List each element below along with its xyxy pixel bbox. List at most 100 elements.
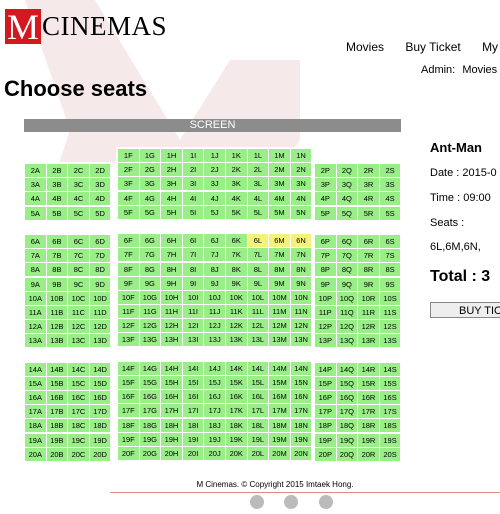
seat-18C[interactable]: 18C [68,419,89,433]
seat-2I[interactable]: 2I [182,163,204,177]
seat-8N[interactable]: 8N [290,262,312,276]
seat-1G[interactable]: 1G [139,149,161,162]
seat-7B[interactable]: 7B [46,249,68,263]
seat-15M[interactable]: 15M [269,376,290,389]
seat-3I[interactable]: 3I [182,177,204,191]
seat-12L[interactable]: 12L [247,319,269,333]
seat-17Q[interactable]: 17Q [336,405,358,419]
seat-5I[interactable]: 5I [182,205,204,219]
seat-6J[interactable]: 6J [204,234,225,248]
seat-12Q[interactable]: 12Q [336,320,358,334]
seat-3J[interactable]: 3J [204,177,225,191]
seat-18D[interactable]: 18D [89,419,111,433]
seat-4M[interactable]: 4M [269,191,290,205]
seat-6G[interactable]: 6G [139,234,161,248]
seat-13J[interactable]: 13J [204,333,225,347]
seat-9N[interactable]: 9N [290,276,312,290]
seat-11S[interactable]: 11S [379,305,401,319]
seat-9D[interactable]: 9D [89,277,111,291]
seat-6P[interactable]: 6P [315,234,336,248]
seat-15A[interactable]: 15A [25,376,46,390]
seat-20J[interactable]: 20J [204,446,225,460]
seat-10L[interactable]: 10L [247,290,269,304]
seat-5A[interactable]: 5A [25,206,46,220]
seat-10J[interactable]: 10J [204,290,225,304]
seat-7K[interactable]: 7K [225,248,247,262]
seat-12D[interactable]: 12D [89,320,111,334]
seat-4J[interactable]: 4J [204,191,225,205]
seat-15C[interactable]: 15C [68,376,89,390]
seat-4K[interactable]: 4K [225,191,247,205]
seat-2C[interactable]: 2C [68,164,89,177]
seat-12N[interactable]: 12N [290,319,312,333]
seat-20S[interactable]: 20S [379,447,401,461]
seat-16K[interactable]: 16K [225,390,247,404]
seat-11I[interactable]: 11I [182,305,204,319]
seat-19G[interactable]: 19G [139,432,161,446]
seat-9R[interactable]: 9R [358,277,379,291]
seat-9L[interactable]: 9L [247,276,269,290]
seat-4S[interactable]: 4S [379,192,401,206]
seat-7G[interactable]: 7G [139,248,161,262]
seat-7Q[interactable]: 7Q [336,249,358,263]
seat-16S[interactable]: 16S [379,391,401,404]
seat-4R[interactable]: 4R [358,192,379,206]
seat-4L[interactable]: 4L [247,191,269,205]
seat-6Q[interactable]: 6Q [336,234,358,248]
seat-15D[interactable]: 15D [89,376,111,390]
seat-3M[interactable]: 3M [269,177,290,191]
seat-5C[interactable]: 5C [68,206,89,220]
seat-6B[interactable]: 6B [46,234,68,248]
seat-2L[interactable]: 2L [247,163,269,177]
seat-2A[interactable]: 2A [25,164,46,177]
seat-11D[interactable]: 11D [89,305,111,319]
seat-16Q[interactable]: 16Q [336,391,358,404]
seat-19Q[interactable]: 19Q [336,433,358,447]
seat-14R[interactable]: 14R [358,362,379,376]
seat-13F[interactable]: 13F [118,333,139,347]
seat-13K[interactable]: 13K [225,333,247,347]
seat-13G[interactable]: 13G [139,333,161,347]
seat-17A[interactable]: 17A [25,405,46,419]
seat-12S[interactable]: 12S [379,320,401,334]
seat-6R[interactable]: 6R [358,234,379,248]
seat-6D[interactable]: 6D [89,234,111,248]
seat-14D[interactable]: 14D [89,362,111,376]
seat-9Q[interactable]: 9Q [336,277,358,291]
seat-19I[interactable]: 19I [182,432,204,446]
seat-19C[interactable]: 19C [68,433,89,447]
seat-12P[interactable]: 12P [315,320,336,334]
seat-3G[interactable]: 3G [139,177,161,191]
seat-10S[interactable]: 10S [379,291,401,305]
seat-14P[interactable]: 14P [315,362,336,376]
seat-20L[interactable]: 20L [247,446,269,460]
seat-9H[interactable]: 9H [161,276,182,290]
seat-11C[interactable]: 11C [68,305,89,319]
seat-5J[interactable]: 5J [204,205,225,219]
seat-4N[interactable]: 4N [290,191,312,205]
seat-18R[interactable]: 18R [358,419,379,433]
seat-8R[interactable]: 8R [358,263,379,277]
seat-17P[interactable]: 17P [315,405,336,419]
seat-10M[interactable]: 10M [269,290,290,304]
seat-2N[interactable]: 2N [290,163,312,177]
seat-2S[interactable]: 2S [379,164,401,177]
seat-14N[interactable]: 14N [290,361,312,375]
seat-3B[interactable]: 3B [46,178,68,192]
seat-13C[interactable]: 13C [68,334,89,348]
seat-13D[interactable]: 13D [89,334,111,348]
seat-10H[interactable]: 10H [161,290,182,304]
seat-2F[interactable]: 2F [118,163,139,177]
seat-10B[interactable]: 10B [46,291,68,305]
seat-19M[interactable]: 19M [269,432,290,446]
seat-18B[interactable]: 18B [46,419,68,433]
seat-15N[interactable]: 15N [290,376,312,389]
seat-13P[interactable]: 13P [315,334,336,348]
seat-19N[interactable]: 19N [290,432,312,446]
seat-7J[interactable]: 7J [204,248,225,262]
seat-4P[interactable]: 4P [315,192,336,206]
seat-4Q[interactable]: 4Q [336,192,358,206]
seat-9K[interactable]: 9K [225,276,247,290]
seat-11R[interactable]: 11R [358,305,379,319]
seat-4I[interactable]: 4I [182,191,204,205]
